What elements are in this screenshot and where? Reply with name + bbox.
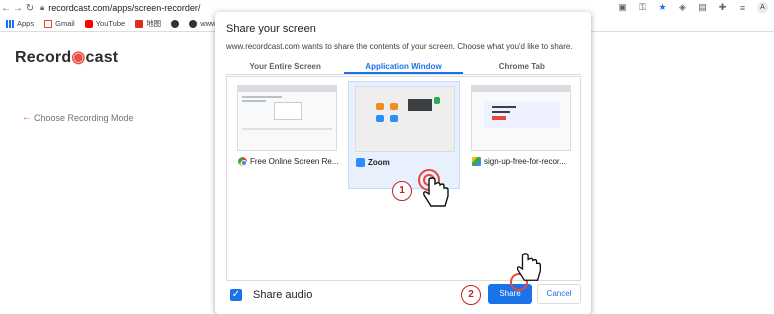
bookmark-gmail[interactable]: Gmail — [44, 19, 75, 28]
youtube-icon — [84, 19, 93, 28]
window-tile-chrome[interactable]: Free Online Screen Re... — [231, 81, 343, 189]
bookmark-maps[interactable]: 地图 — [135, 18, 161, 29]
window-tile-signup[interactable]: sign-up-free-for-recor... — [465, 81, 577, 189]
share-audio-label: Share audio — [253, 289, 313, 301]
window-thumbnail — [471, 85, 571, 151]
share-tabs: Your Entire Screen Application Window Ch… — [226, 60, 581, 75]
apps-grid-icon — [6, 19, 14, 28]
step-1-marker: 1 — [392, 181, 412, 201]
tab-entire-screen[interactable]: Your Entire Screen — [226, 60, 344, 74]
tab-chrome-tab[interactable]: Chrome Tab — [463, 60, 581, 74]
maps-icon — [135, 19, 144, 28]
pointer-hand-icon — [423, 177, 449, 207]
dialog-title: Share your screen — [226, 23, 316, 35]
lock-icon[interactable]: 🔒︎ — [40, 3, 44, 13]
reload-icon[interactable]: ↻ — [24, 3, 36, 14]
extension-icon[interactable]: ◈ — [677, 2, 688, 13]
dialog-description: www.recordcast.com wants to share the co… — [226, 42, 573, 51]
zoom-icon — [356, 158, 365, 167]
bookmark-site[interactable]: www. — [189, 19, 218, 28]
gmail-icon — [44, 19, 53, 28]
window-tile-zoom[interactable]: Zoom — [348, 81, 460, 189]
share-audio-checkbox[interactable]: ✓ — [230, 289, 242, 301]
address-bar[interactable]: recordcast.com/apps/screen-recorder/ — [48, 3, 200, 13]
bookmark-link[interactable] — [171, 19, 180, 28]
forward-icon[interactable]: → — [12, 3, 24, 14]
bookmark-apps[interactable]: Apps — [6, 19, 34, 28]
pointer-hand-icon — [516, 253, 542, 281]
chrome-icon — [238, 157, 247, 166]
window-thumbnail — [237, 85, 337, 151]
step-2-marker: 2 — [461, 285, 481, 305]
media-icon[interactable]: ≡ — [737, 3, 748, 13]
google-sheets-icon — [472, 157, 481, 166]
site-icon — [189, 19, 198, 28]
tasks-icon[interactable]: ▤ — [697, 2, 708, 13]
avatar[interactable]: A — [757, 2, 768, 13]
window-list: Free Online Screen Re... Zoom sign-up-fr… — [226, 76, 581, 281]
window-thumbnail — [355, 86, 455, 152]
link-icon — [171, 19, 180, 28]
tab-application-window[interactable]: Application Window — [344, 60, 463, 74]
puzzle-icon[interactable]: ✚ — [717, 2, 728, 13]
back-icon[interactable]: ← — [0, 3, 12, 14]
bookmark-youtube[interactable]: YouTube — [84, 19, 125, 28]
key-icon[interactable]: ⚿ — [637, 2, 648, 13]
bookmark-star-icon[interactable]: ★ — [657, 2, 668, 13]
camera-icon[interactable]: ▣ — [617, 2, 628, 13]
cancel-button[interactable]: Cancel — [537, 284, 581, 304]
